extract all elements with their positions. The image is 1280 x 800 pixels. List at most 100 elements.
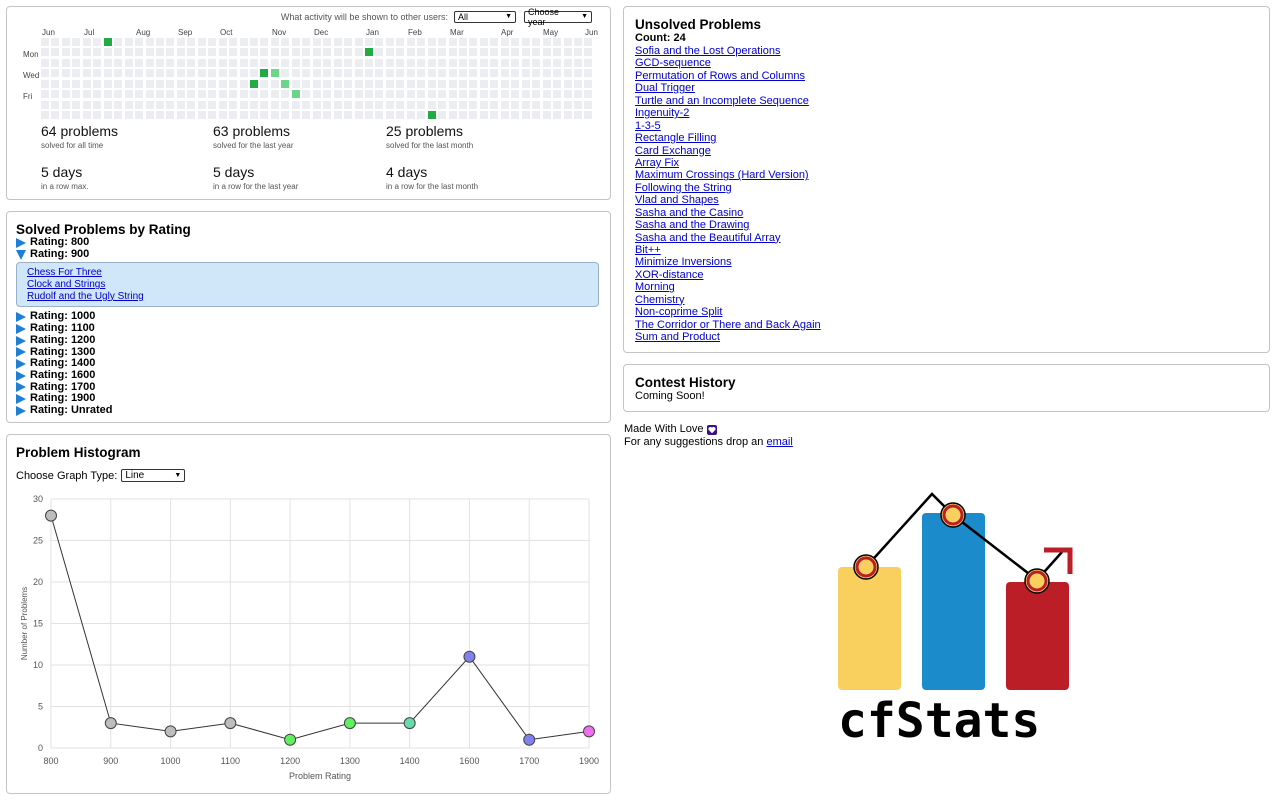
- heatmap-cell: [302, 38, 311, 46]
- stat-number: 4 days: [386, 164, 428, 180]
- problem-link[interactable]: Clock and Strings: [27, 279, 105, 290]
- year-select[interactable]: Choose year ▼: [524, 7, 592, 27]
- heatmap-cell: [406, 58, 415, 67]
- heatmap-cell: [385, 58, 394, 67]
- heatmap-cell: [438, 69, 447, 78]
- unsolved-problem-link[interactable]: Sasha and the Beautiful Array: [635, 232, 781, 244]
- month-label: Oct: [220, 28, 233, 37]
- heatmap-cell: [270, 79, 279, 88]
- heatmap-cell: [354, 58, 363, 67]
- heatmap-cell: [93, 79, 102, 88]
- unsolved-problem-link[interactable]: Card Exchange: [635, 145, 711, 157]
- heatmap-cell: [385, 100, 394, 109]
- histogram-chart: 0 5 10 15 20 25 30 800 900 1000 1100 1200 1300 1400 16…: [20, 494, 599, 781]
- unsolved-problem-link[interactable]: Rectangle Filling: [635, 132, 716, 144]
- unsolved-problem-link[interactable]: Sasha and the Drawing: [635, 219, 749, 231]
- month-label: Jun: [585, 28, 598, 37]
- heatmap-cell: [406, 79, 415, 88]
- heatmap-cell: [511, 58, 520, 67]
- heatmap-cell: [250, 58, 258, 67]
- heatmap-cell: [459, 48, 467, 57]
- rating-row[interactable]: Rating: 1700: [16, 381, 606, 394]
- graph-type-select[interactable]: Line ▼: [121, 469, 186, 482]
- rating-row[interactable]: Rating: 1000: [16, 311, 606, 323]
- rating-row[interactable]: Rating: 1400: [16, 357, 606, 370]
- heatmap-cell: [250, 79, 258, 88]
- heatmap-cell: [281, 48, 290, 57]
- heatmap-cell: [281, 90, 290, 99]
- unsolved-problem-link[interactable]: Maximum Crossings (Hard Version): [635, 169, 809, 181]
- problem-link[interactable]: Rudolf and the Ugly String: [27, 291, 144, 302]
- heatmap-cell: [542, 38, 551, 46]
- heatmap-cell: [354, 38, 363, 46]
- rating-row[interactable]: Rating: 1200: [16, 334, 606, 347]
- heatmap-cell: [500, 111, 509, 120]
- heatmap-cell: [135, 79, 143, 88]
- rating-row-expanded[interactable]: Rating: 900: [16, 248, 606, 261]
- unsolved-problem-link[interactable]: XOR-distance: [635, 269, 703, 281]
- unsolved-problem-link[interactable]: Non-coprime Split: [635, 306, 722, 318]
- heatmap-cell: [218, 79, 227, 88]
- heatmap-cell: [176, 69, 185, 78]
- rating-row[interactable]: Rating: 1300: [16, 346, 606, 359]
- heatmap-cell: [584, 69, 593, 78]
- heatmap-cell: [375, 38, 384, 46]
- rating-row[interactable]: Rating: 1100: [16, 322, 606, 335]
- heatmap-cell: [500, 58, 509, 67]
- heatmap-cell: [490, 111, 499, 120]
- unsolved-problem-link[interactable]: GCD-sequence: [635, 57, 711, 69]
- heatmap-cell: [187, 58, 196, 67]
- unsolved-problem-link[interactable]: The Corridor or There and Back Again: [635, 319, 821, 331]
- rating-title: Solved Problems by Rating: [16, 222, 191, 237]
- heatmap-cell: [72, 111, 81, 120]
- unsolved-problem-link[interactable]: Sofia and the Lost Operations: [635, 45, 781, 57]
- x-tick-label: 800: [43, 756, 58, 766]
- heatmap-cell: [333, 58, 342, 67]
- unsolved-problem-link[interactable]: Dual Trigger: [635, 82, 695, 94]
- heatmap-cell: [553, 69, 561, 78]
- problem-link[interactable]: Chess For Three: [27, 267, 102, 278]
- unsolved-problem-link[interactable]: Following the String: [635, 182, 732, 194]
- heatmap-cell: [72, 38, 81, 46]
- unsolved-problem-link[interactable]: Permutation of Rows and Columns: [635, 70, 805, 82]
- unsolved-problem-link[interactable]: 1-3-5: [635, 120, 661, 132]
- unsolved-problem-link[interactable]: Sasha and the Casino: [635, 207, 743, 219]
- unsolved-problem-link[interactable]: Array Fix: [635, 157, 679, 169]
- unsolved-problem-link[interactable]: Sum and Product: [635, 331, 720, 343]
- heatmap-cell: [406, 48, 415, 57]
- heatmap-cell: [344, 38, 352, 46]
- unsolved-problem-link[interactable]: Chemistry: [635, 294, 685, 306]
- data-point: [523, 733, 536, 746]
- heatmap-cell: [103, 90, 112, 99]
- unsolved-problem-link[interactable]: Bit++: [635, 244, 661, 256]
- heatmap-cell: [448, 90, 457, 99]
- heatmap-cell: [354, 111, 363, 120]
- heatmap-cell: [302, 100, 311, 109]
- unsolved-problem-link[interactable]: Minimize Inversions: [635, 256, 732, 268]
- rating-row[interactable]: Rating: Unrated: [16, 404, 606, 417]
- rating-row[interactable]: Rating: 800: [16, 236, 606, 249]
- visibility-select[interactable]: All ▼: [454, 11, 516, 23]
- activity-card: What activity will be shown to other use…: [6, 6, 611, 200]
- heatmap-cell: [469, 38, 478, 46]
- unsolved-problem-link[interactable]: Ingenuity-2: [635, 107, 689, 119]
- email-link[interactable]: email: [766, 436, 792, 448]
- heatmap-cell: [145, 69, 154, 78]
- heatmap-cell: [291, 48, 300, 57]
- unsolved-problem-link[interactable]: Vlad and Shapes: [635, 194, 719, 206]
- heatmap-cell: [41, 90, 49, 99]
- heatmap-cell: [208, 38, 217, 46]
- heatmap-cell: [302, 58, 311, 67]
- rating-row[interactable]: Rating: 1600: [16, 369, 606, 382]
- heatmap-cell: [41, 69, 49, 78]
- heatmap-cell: [239, 48, 248, 57]
- unsolved-problem-link[interactable]: Morning: [635, 281, 675, 293]
- heatmap-cell: [166, 48, 175, 57]
- unsolved-problem-link[interactable]: Turtle and an Incomplete Sequence: [635, 95, 809, 107]
- logo-text: cfStats: [838, 693, 1041, 749]
- heatmap-cell: [281, 69, 290, 78]
- heatmap-cell: [155, 100, 164, 109]
- heatmap-cell: [521, 69, 530, 78]
- heatmap-cell: [197, 111, 206, 120]
- heatmap-cell: [333, 90, 342, 99]
